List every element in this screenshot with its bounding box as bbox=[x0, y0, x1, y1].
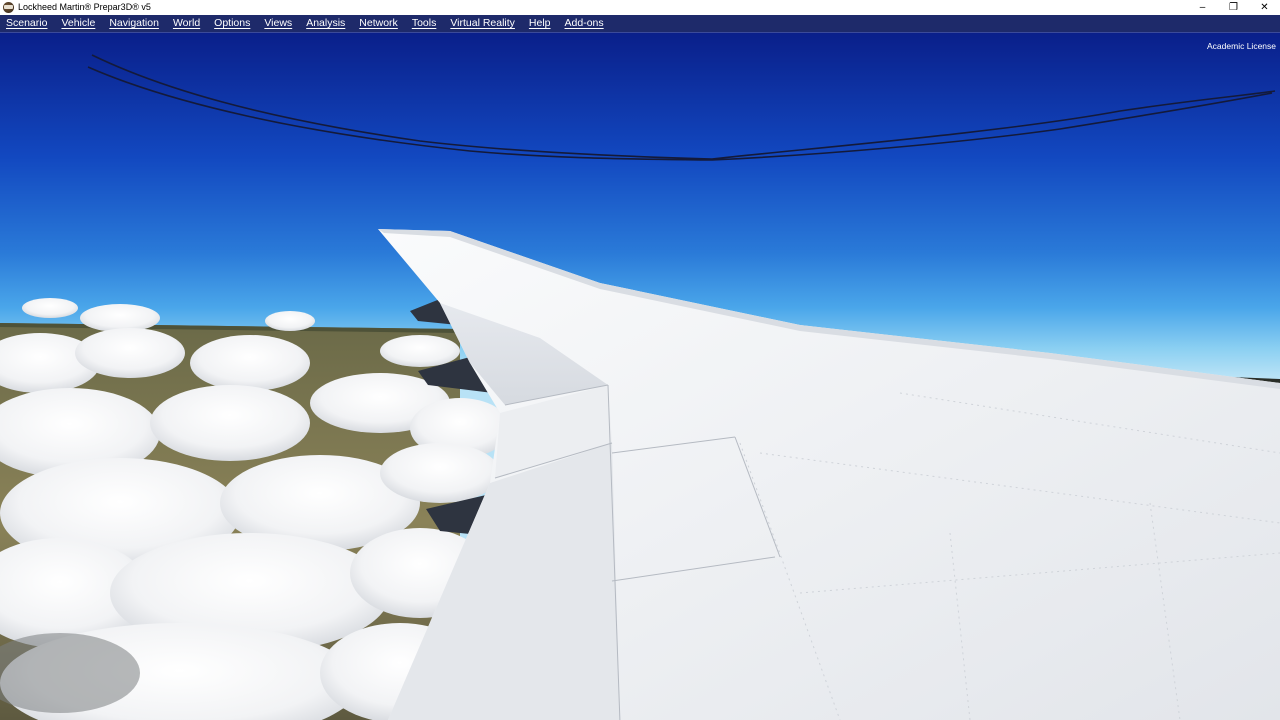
menu-help[interactable]: Help bbox=[522, 15, 558, 32]
menu-virtual-reality[interactable]: Virtual Reality bbox=[443, 15, 522, 32]
menu-navigation[interactable]: Navigation bbox=[102, 15, 166, 32]
minimize-button[interactable]: – bbox=[1187, 0, 1218, 15]
menu-vehicle[interactable]: Vehicle bbox=[54, 15, 102, 32]
license-label: Academic License bbox=[1207, 41, 1276, 51]
window-title: Lockheed Martin® Prepar3D® v5 bbox=[18, 2, 151, 12]
menu-bar: Scenario Vehicle Navigation World Option… bbox=[0, 15, 1280, 33]
menu-world[interactable]: World bbox=[166, 15, 207, 32]
restore-button[interactable]: ❐ bbox=[1218, 0, 1249, 15]
close-button[interactable]: ✕ bbox=[1249, 0, 1280, 15]
menu-network[interactable]: Network bbox=[352, 15, 405, 32]
title-bar[interactable]: Lockheed Martin® Prepar3D® v5 – ❐ ✕ bbox=[0, 0, 1280, 15]
prepar3d-logo-icon bbox=[3, 2, 14, 13]
app-window: Lockheed Martin® Prepar3D® v5 – ❐ ✕ Scen… bbox=[0, 0, 1280, 720]
window-controls: – ❐ ✕ bbox=[1187, 0, 1280, 15]
close-icon: ✕ bbox=[1260, 2, 1269, 13]
menu-views[interactable]: Views bbox=[257, 15, 299, 32]
menu-tools[interactable]: Tools bbox=[405, 15, 444, 32]
restore-icon: ❐ bbox=[1229, 2, 1238, 13]
menu-add-ons[interactable]: Add-ons bbox=[558, 15, 611, 32]
menu-analysis[interactable]: Analysis bbox=[299, 15, 352, 32]
simulator-viewport[interactable] bbox=[0, 33, 1280, 720]
menu-options[interactable]: Options bbox=[207, 15, 257, 32]
minimize-icon: – bbox=[1199, 2, 1206, 13]
scene-render bbox=[0, 33, 1280, 720]
menu-scenario[interactable]: Scenario bbox=[0, 15, 54, 32]
